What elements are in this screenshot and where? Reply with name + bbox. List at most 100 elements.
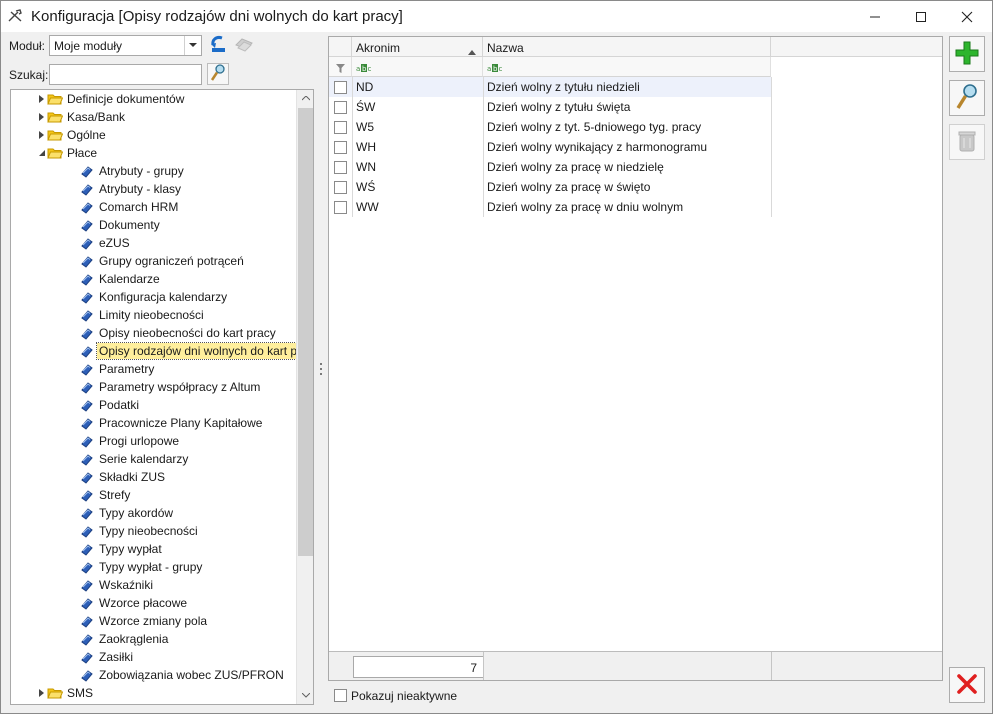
tree-item-label: Kalendarze	[99, 272, 160, 286]
collapse-arrow-icon[interactable]	[35, 144, 47, 162]
tree-item[interactable]: Kasa/Bank	[35, 108, 127, 126]
cell-akronim: WW	[356, 200, 379, 214]
tree-item-label: Typy wypłat - grupy	[99, 560, 203, 574]
tree-item-label: Strefy	[99, 488, 131, 502]
tree-item[interactable]: Parametry	[67, 360, 156, 378]
tree-item[interactable]: Wzorce płacowe	[67, 594, 189, 612]
row-checkbox[interactable]	[334, 121, 347, 134]
tree-item[interactable]: Ogólne	[35, 126, 108, 144]
tree-item[interactable]: Typy nieobecności	[67, 522, 200, 540]
tree-item[interactable]: Konfiguracja kalendarzy	[67, 288, 229, 306]
maximize-button[interactable]	[898, 1, 944, 32]
tree-item[interactable]: Zobowiązania wobec ZUS/PFRON	[67, 666, 286, 684]
chevron-down-icon[interactable]	[184, 36, 201, 55]
tree-item-label: Typy wypłat	[99, 542, 162, 556]
scroll-down-icon[interactable]	[297, 687, 313, 704]
filter-empty	[771, 57, 942, 77]
tree-item[interactable]: Kalendarze	[67, 270, 162, 288]
pane-splitter[interactable]	[318, 361, 324, 377]
config-item-icon	[79, 397, 95, 413]
table-row[interactable]: W5 Dzień wolny z tyt. 5-dniowego tyg. pra…	[329, 117, 771, 137]
tree-item-label: Definicje dokumentów	[67, 92, 185, 106]
close-button[interactable]	[949, 667, 985, 703]
table-row[interactable]: ŚW Dzień wolny z tytułu święta	[329, 97, 771, 117]
tree-item[interactable]: Typy akordów	[67, 504, 175, 522]
row-checkbox[interactable]	[334, 141, 347, 154]
filter-cell-nazwa[interactable]: abc	[483, 57, 771, 77]
tree-item[interactable]: Podatki	[67, 396, 141, 414]
tree-item[interactable]: Atrybuty - klasy	[67, 180, 183, 198]
minimize-button[interactable]	[852, 1, 898, 32]
expand-arrow-icon[interactable]	[35, 126, 47, 144]
show-inactive-label[interactable]: Pokazuj nieaktywne	[351, 689, 457, 703]
expand-arrow-icon[interactable]	[35, 684, 47, 702]
expand-arrow-icon[interactable]	[35, 108, 47, 126]
row-checkbox[interactable]	[334, 81, 347, 94]
expand-arrow-icon[interactable]	[35, 90, 47, 108]
delete-button[interactable]	[949, 124, 985, 160]
tree-scrollbar[interactable]	[296, 90, 313, 704]
tree-item[interactable]: Wzorce zmiany pola	[67, 612, 209, 630]
tree-item[interactable]: Zaokrąglenia	[67, 630, 170, 648]
config-tree[interactable]: Definicje dokumentów Kasa/Bank Ogólne Płace…	[10, 89, 314, 705]
tree-item[interactable]: Limity nieobecności	[67, 306, 206, 324]
close-window-button[interactable]	[944, 1, 990, 32]
tree-item[interactable]: Definicje dokumentów	[35, 90, 186, 108]
scroll-up-icon[interactable]	[297, 90, 313, 107]
tree-item[interactable]: Progi urlopowe	[67, 432, 181, 450]
tree-item[interactable]: SMS	[35, 684, 95, 702]
module-select-value: Moje moduły	[54, 39, 123, 53]
tree-item[interactable]: Typy wypłat	[67, 540, 164, 558]
row-checkbox[interactable]	[334, 181, 347, 194]
module-select[interactable]: Moje moduły	[49, 35, 202, 56]
refresh-button[interactable]	[207, 34, 229, 56]
column-header-akronim[interactable]: Akronim	[352, 37, 483, 57]
search-button[interactable]	[207, 63, 229, 85]
module-action-button[interactable]	[233, 34, 255, 56]
edit-preview-button[interactable]	[949, 80, 985, 116]
search-label: Szukaj:	[9, 68, 49, 82]
tree-item[interactable]: Comarch HRM	[67, 198, 180, 216]
tree-item[interactable]: Strefy	[67, 486, 132, 504]
grid-divider	[483, 77, 484, 217]
config-item-icon	[79, 433, 95, 449]
table-row[interactable]: WŚ Dzień wolny za pracę w święto	[329, 177, 771, 197]
tree-item[interactable]: Wskaźniki	[67, 576, 155, 594]
table-row[interactable]: ND Dzień wolny z tytułu niedzieli	[329, 77, 771, 97]
tree-item[interactable]: Dokumenty	[67, 216, 162, 234]
add-button[interactable]	[949, 36, 985, 72]
search-input[interactable]	[49, 64, 202, 85]
tree-item[interactable]: Serie kalendarzy	[67, 450, 190, 468]
config-item-icon	[79, 451, 95, 467]
table-row[interactable]: WN Dzień wolny za pracę w niedzielę	[329, 157, 771, 177]
tree-item[interactable]: Zasiłki	[67, 648, 135, 666]
tree-item[interactable]: Płace	[35, 144, 99, 162]
grid-divider	[352, 77, 353, 217]
tree-item[interactable]: Składki ZUS	[67, 468, 167, 486]
tree-item[interactable]: Pracownicze Plany Kapitałowe	[67, 414, 264, 432]
tree-item[interactable]: Opisy nieobecności do kart pracy	[67, 324, 278, 342]
tree-item[interactable]: eZUS	[67, 234, 132, 252]
tree-item[interactable]: Typy wypłat - grupy	[67, 558, 204, 576]
tree-item[interactable]: Opisy rodzajów dni wolnych do kart pracy	[67, 342, 313, 360]
show-inactive-checkbox[interactable]	[334, 689, 347, 702]
footer-divider	[483, 652, 484, 680]
row-checkbox[interactable]	[334, 201, 347, 214]
column-header-nazwa[interactable]: Nazwa	[483, 37, 771, 57]
table-row[interactable]: WW Dzień wolny za pracę w dniu wolnym	[329, 197, 771, 217]
config-item-icon	[79, 559, 95, 575]
row-checkbox[interactable]	[334, 161, 347, 174]
filter-cell-akronim[interactable]: abc	[352, 57, 483, 77]
scroll-thumb[interactable]	[298, 108, 313, 556]
config-item-icon	[79, 379, 95, 395]
tree-item[interactable]: Parametry współpracy z Altum	[67, 378, 262, 396]
tree-item[interactable]: Grupy ograniczeń potrąceń	[67, 252, 246, 270]
tree-item[interactable]: Atrybuty - grupy	[67, 162, 186, 180]
filter-cell-checkbox[interactable]	[329, 57, 352, 77]
table-row[interactable]: WH Dzień wolny wynikający z harmonogramu	[329, 137, 771, 157]
row-checkbox[interactable]	[334, 101, 347, 114]
config-item-icon	[79, 163, 95, 179]
